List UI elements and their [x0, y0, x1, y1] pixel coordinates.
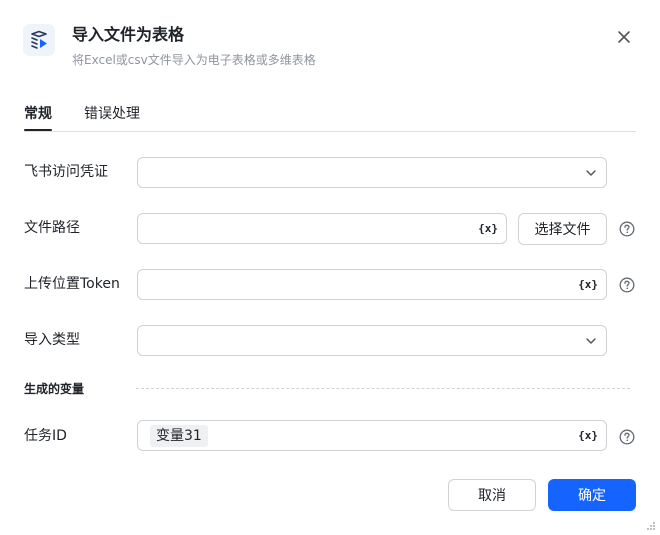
credential-select[interactable] — [137, 157, 607, 188]
task-id-input[interactable]: 变量31 {x} — [137, 420, 607, 451]
upload-token-input[interactable]: {x} — [137, 269, 607, 300]
import-file-dialog: 导入文件为表格 将Excel或csv文件导入为电子表格或多维表格 常规 错误处理… — [0, 0, 660, 535]
insert-variable-button[interactable]: {x} — [478, 220, 498, 238]
credential-value[interactable] — [138, 158, 582, 187]
help-icon[interactable] — [619, 429, 635, 445]
dialog-title: 导入文件为表格 — [72, 25, 185, 44]
tab-bar: 常规 错误处理 — [24, 103, 636, 132]
dialog-subtitle: 将Excel或csv文件导入为电子表格或多维表格 — [72, 53, 316, 67]
credential-label: 飞书访问凭证 — [24, 164, 108, 180]
confirm-button[interactable]: 确定 — [548, 479, 636, 511]
close-icon — [618, 31, 630, 43]
import-type-select[interactable] — [137, 325, 607, 356]
tab-general[interactable]: 常规 — [24, 103, 52, 131]
import-type-value[interactable] — [138, 326, 582, 355]
help-icon[interactable] — [619, 221, 635, 237]
upload-token-label: 上传位置Token — [24, 276, 120, 292]
close-button[interactable] — [612, 25, 636, 49]
generated-variables-heading: 生成的变量 — [24, 382, 85, 396]
choose-file-button[interactable]: 选择文件 — [518, 213, 607, 245]
file-path-value[interactable] — [138, 214, 482, 243]
cancel-button[interactable]: 取消 — [448, 479, 536, 511]
upload-token-value[interactable] — [138, 270, 582, 299]
import-table-icon — [23, 24, 55, 56]
help-icon[interactable] — [619, 277, 635, 293]
section-divider — [136, 388, 630, 389]
insert-variable-button[interactable]: {x} — [578, 427, 598, 445]
insert-variable-button[interactable]: {x} — [578, 276, 598, 294]
import-type-label: 导入类型 — [24, 332, 80, 348]
file-path-input[interactable]: {x} — [137, 213, 507, 244]
chevron-down-icon — [586, 170, 596, 176]
task-id-label: 任务ID — [24, 428, 67, 444]
variable-chip[interactable]: 变量31 — [150, 425, 208, 447]
tab-error-handling[interactable]: 错误处理 — [84, 103, 140, 125]
resize-handle-icon[interactable] — [646, 521, 656, 531]
chevron-down-icon — [586, 338, 596, 344]
file-path-label: 文件路径 — [24, 220, 80, 236]
